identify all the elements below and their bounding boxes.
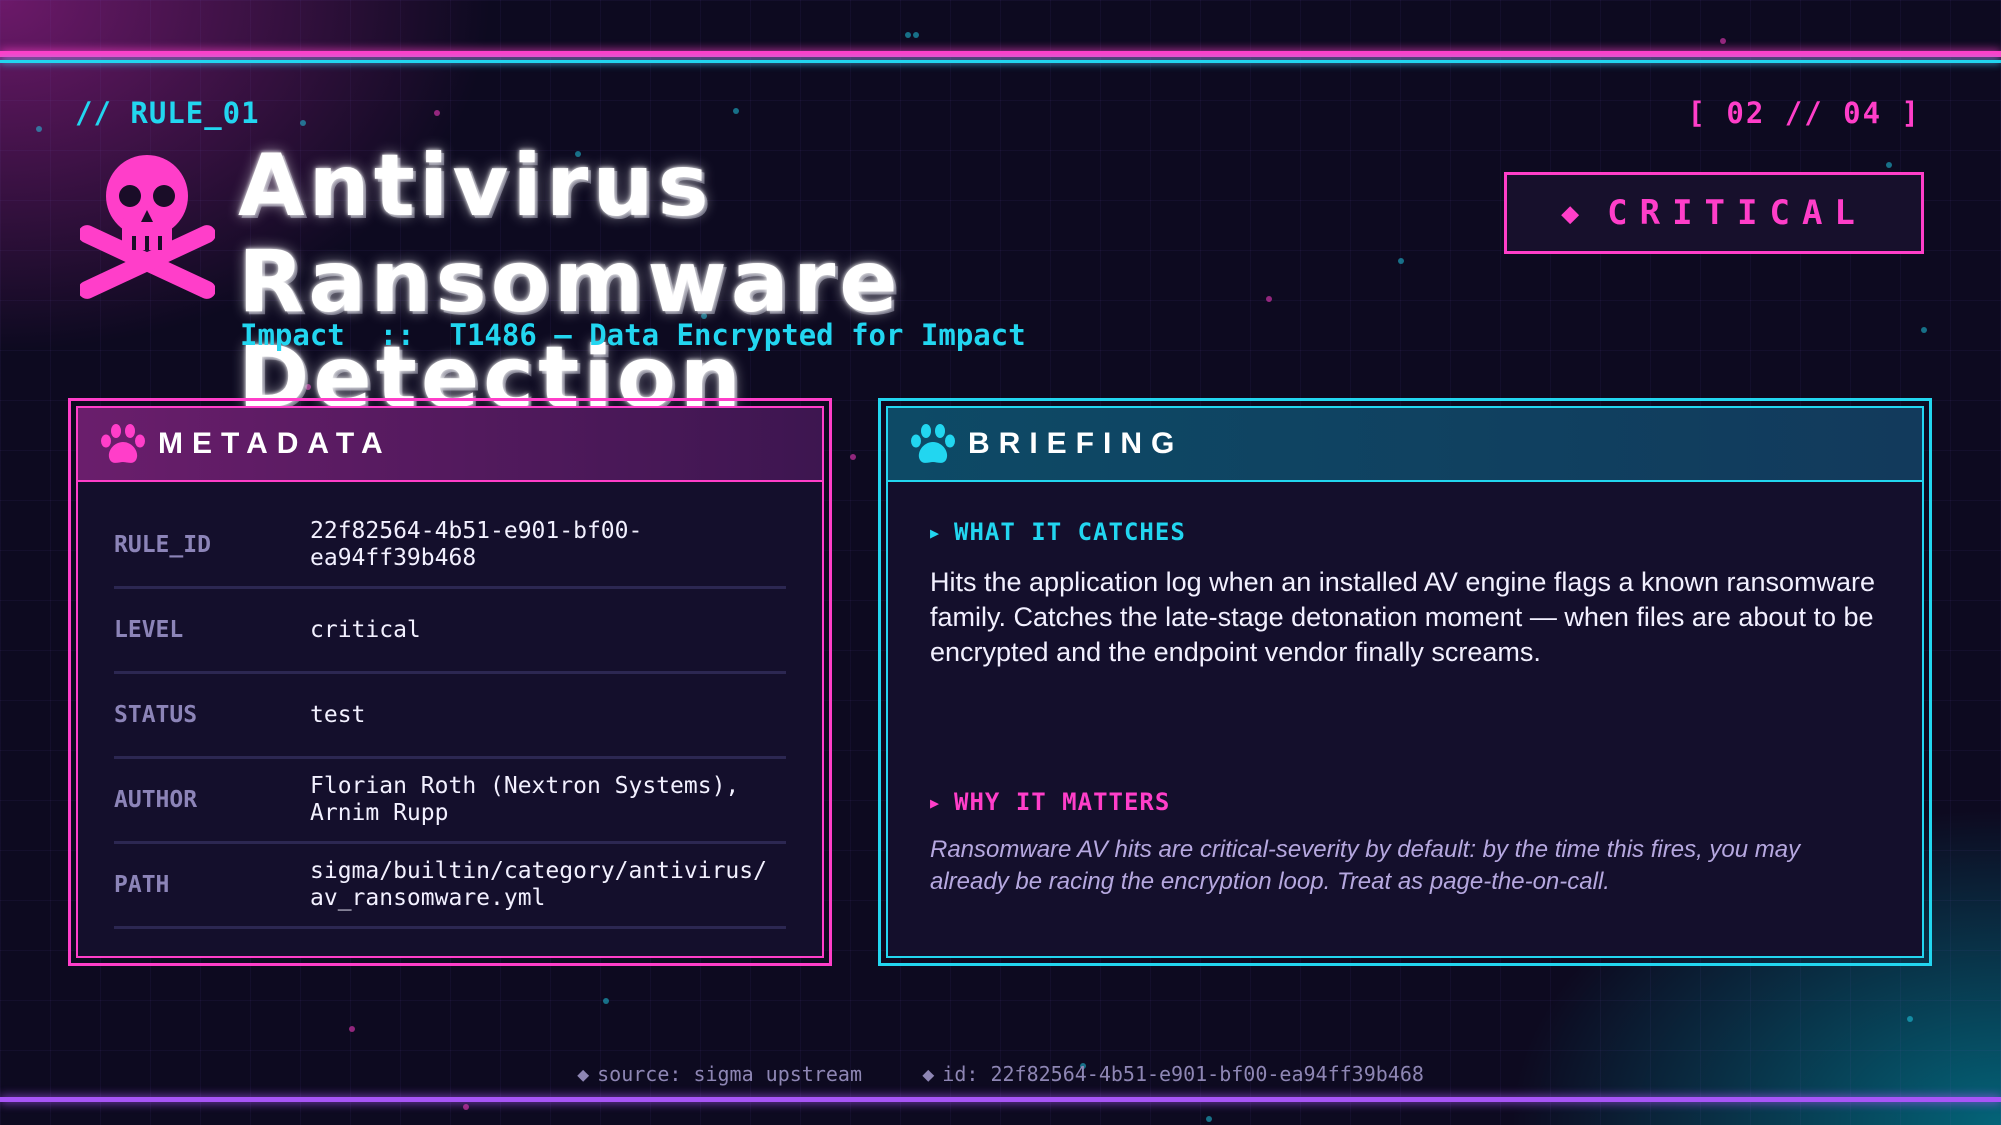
particle <box>1886 162 1892 168</box>
briefing-panel-inner: BRIEFING ▶ WHAT IT CATCHES Hits the appli… <box>886 406 1924 958</box>
metadata-panel-header: METADATA <box>78 408 822 482</box>
briefing-panel: BRIEFING ▶ WHAT IT CATCHES Hits the appli… <box>878 398 1932 966</box>
particle <box>733 108 739 114</box>
metadata-table: RULE_ID 22f82564-4b51-e901-bf00- ea94ff3… <box>114 504 786 929</box>
matters-heading-label: WHY IT MATTERS <box>954 788 1171 816</box>
particle <box>463 1104 469 1110</box>
catches-text: Hits the application log when an install… <box>930 567 1876 667</box>
paw-icon <box>101 424 145 463</box>
briefing-heading: BRIEFING <box>968 427 1184 460</box>
metadata-row-path: PATH sigma/builtin/category/antivirus/ a… <box>114 844 786 929</box>
severity-label: CRITICAL <box>1607 193 1867 233</box>
briefing-panel-header: BRIEFING <box>888 408 1922 482</box>
diamond-icon: ◆ <box>922 1062 935 1086</box>
particle <box>913 32 919 38</box>
metadata-key: RULE_ID <box>114 532 211 558</box>
particle <box>349 1026 355 1032</box>
page-title: Antivirus Ransomware Detection <box>238 136 902 428</box>
particle <box>300 120 306 126</box>
catches-heading: ▶ WHAT IT CATCHES <box>930 518 1186 546</box>
metadata-key: LEVEL <box>114 617 184 643</box>
particle <box>1921 327 1927 333</box>
rule-tag: // RULE_01 <box>75 96 260 130</box>
catches-heading-label: WHAT IT CATCHES <box>954 518 1186 546</box>
particle <box>603 998 609 1004</box>
metadata-heading: METADATA <box>158 427 392 460</box>
technique-subtitle: Impact :: T1486 — Data Encrypted for Imp… <box>240 318 1026 352</box>
diamond-icon: ◆ <box>1561 195 1580 231</box>
metadata-key: STATUS <box>114 702 198 728</box>
metadata-key: PATH <box>114 872 170 898</box>
top-stripe-cyan <box>0 60 2001 63</box>
metadata-key: AUTHOR <box>114 787 198 813</box>
metadata-value: sigma/builtin/category/antivirus/ av_ran… <box>310 858 767 911</box>
top-stripe-pink <box>0 51 2001 57</box>
slide-counter: [ 02 // 04 ] <box>1687 96 1921 130</box>
skull-crossbones-icon <box>80 155 215 299</box>
triangle-right-icon: ▶ <box>930 794 941 812</box>
triangle-right-icon: ▶ <box>930 524 941 542</box>
particle <box>1206 1116 1212 1122</box>
metadata-value: test <box>310 701 366 728</box>
metadata-row-rule-id: RULE_ID 22f82564-4b51-e901-bf00- ea94ff3… <box>114 504 786 589</box>
paw-icon <box>911 424 955 463</box>
metadata-panel: METADATA RULE_ID 22f82564-4b51-e901-bf00… <box>68 398 832 966</box>
metadata-row-author: AUTHOR Florian Roth (Nextron Systems), A… <box>114 759 786 844</box>
metadata-value: critical <box>310 616 421 643</box>
particle <box>434 110 440 116</box>
matters-heading: ▶ WHY IT MATTERS <box>930 788 1170 816</box>
particle <box>1398 258 1404 264</box>
particle <box>1720 38 1726 44</box>
metadata-panel-inner: METADATA RULE_ID 22f82564-4b51-e901-bf00… <box>76 406 824 958</box>
particle <box>36 126 42 132</box>
metadata-row-level: LEVEL critical <box>114 589 786 674</box>
footer-id: id: 22f82564-4b51-e901-bf00-ea94ff39b468 <box>942 1062 1424 1086</box>
metadata-value: 22f82564-4b51-e901-bf00- ea94ff39b468 <box>310 518 643 571</box>
bottom-stripe <box>0 1097 2001 1102</box>
footer-source: source: sigma upstream <box>597 1062 863 1086</box>
matters-text: Ransomware AV hits are critical-severity… <box>930 836 1801 895</box>
metadata-row-status: STATUS test <box>114 674 786 759</box>
metadata-value: Florian Roth (Nextron Systems), Arnim Ru… <box>310 773 740 826</box>
particle <box>905 32 911 38</box>
footer: ◆ source: sigma upstream ◆ id: 22f82564-4b… <box>0 1062 2001 1086</box>
particle <box>1907 1016 1913 1022</box>
severity-badge: ◆ CRITICAL <box>1504 172 1924 254</box>
diamond-icon: ◆ <box>577 1062 590 1086</box>
particle <box>850 454 856 460</box>
